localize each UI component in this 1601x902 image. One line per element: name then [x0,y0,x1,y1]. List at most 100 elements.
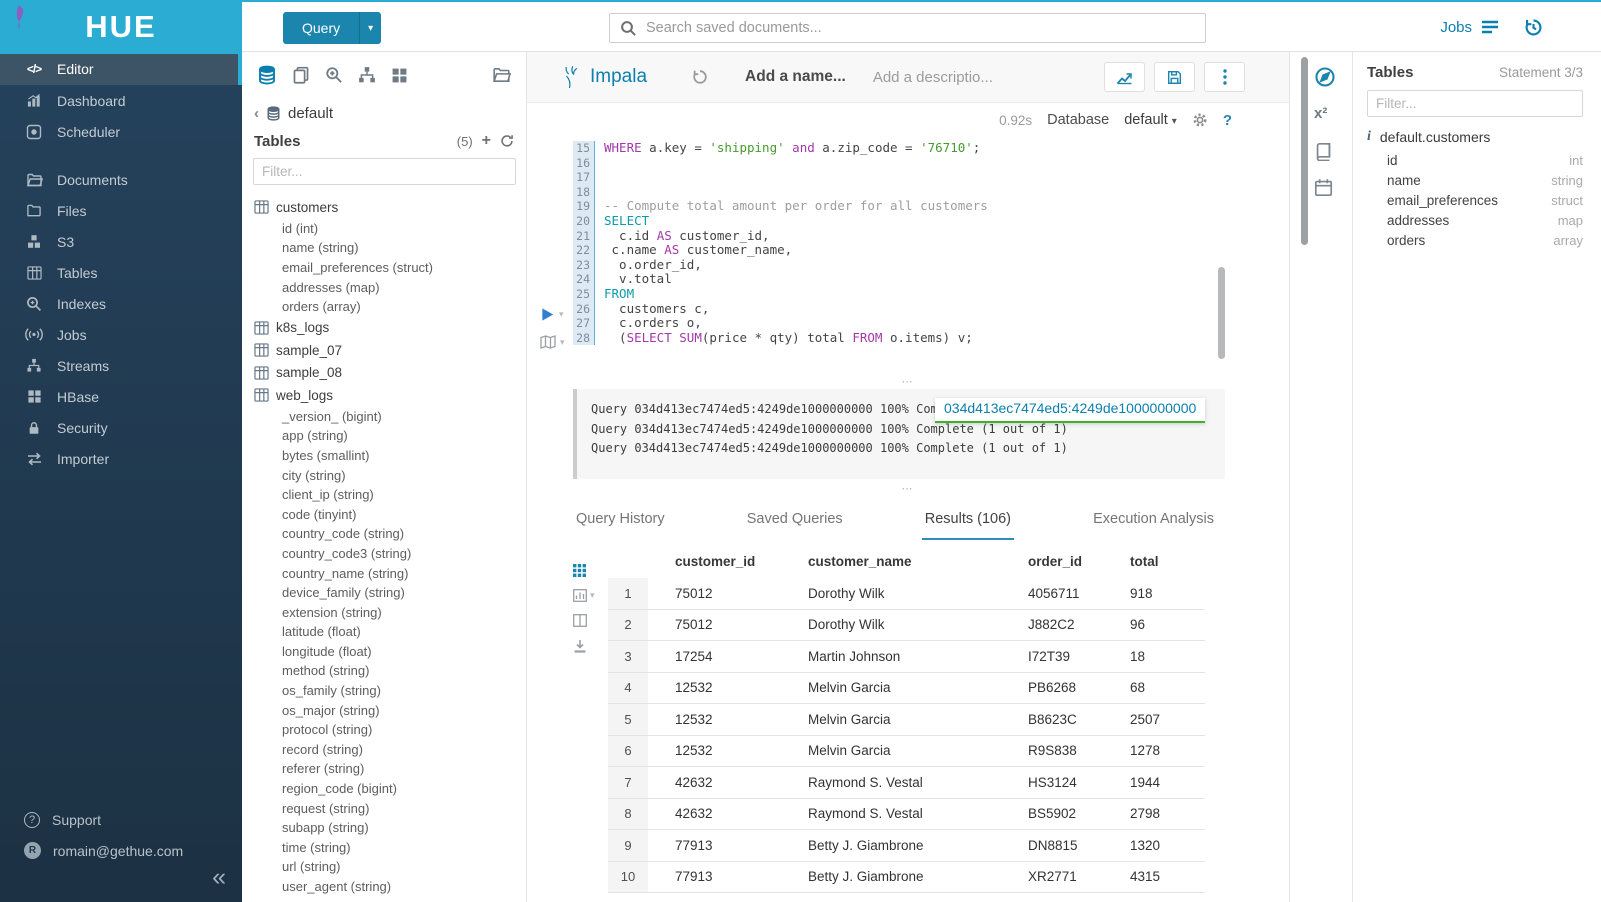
query-name-field[interactable]: Add a name... [745,68,846,86]
assist-column[interactable]: bytes (smallint) [254,446,526,466]
current-database[interactable]: default [288,105,333,122]
main-scrollbar[interactable] [1301,57,1308,245]
sidebar-item-tables[interactable]: Tables [0,257,242,288]
breadcrumb-back-icon[interactable]: ‹ [254,105,259,122]
sidebar-item-streams[interactable]: Streams [0,350,242,381]
column-email-preferences[interactable]: email_preferencesstruct [1367,190,1583,210]
assist-column[interactable]: orders (array) [254,297,526,317]
schedule-icon[interactable] [1314,178,1333,197]
add-table-icon[interactable]: + [482,132,491,150]
active-table[interactable]: i default.customers [1367,129,1583,145]
column-orders[interactable]: ordersarray [1367,231,1583,251]
assist-table-sample-08[interactable]: sample_08 [254,361,526,384]
assist-column[interactable]: latitude (float) [254,622,526,642]
results-row[interactable]: 412532Melvin GarciaPB626868 [608,673,1205,705]
assist-column[interactable]: code (tinyint) [254,504,526,524]
assist-column[interactable]: url (string) [254,857,526,877]
assist-search-icon[interactable] [325,66,343,84]
assist-apps-icon[interactable] [391,67,408,84]
grid-view-icon[interactable] [573,564,595,577]
sidebar-item-importer[interactable]: Importer [0,443,242,474]
results-row[interactable]: 842632Raymond S. VestalBS59022798 [608,799,1205,831]
sidebar-item-jobs[interactable]: Jobs [0,319,242,350]
assist-column[interactable]: device_family (string) [254,583,526,603]
help-button[interactable]: ? [1223,112,1232,129]
query-button[interactable]: Query ▾ [283,12,381,44]
tab-query-history[interactable]: Query History [573,502,668,540]
assist-column[interactable]: id (int) [254,219,526,239]
results-column-header[interactable]: customer_id [648,554,790,569]
columns-view-icon[interactable] [573,614,595,627]
engine-title[interactable]: Impala [590,66,647,88]
results-row[interactable]: 977913Betty J. GiambroneDN88151320 [608,830,1205,862]
tab-execution-analysis[interactable]: Execution Analysis [1090,502,1217,540]
assist-streams-icon[interactable] [358,66,376,84]
assist-table-web-logs[interactable]: web_logs [254,384,526,407]
right-assist-filter-input[interactable] [1367,90,1583,117]
assist-column[interactable]: referer (string) [254,759,526,779]
results-column-header[interactable]: order_id [1010,554,1112,569]
assist-projects-icon[interactable] [492,66,511,84]
sidebar-item-security[interactable]: Security [0,412,242,443]
settings-gear-icon[interactable] [1192,112,1208,128]
assist-column[interactable]: record (string) [254,740,526,760]
save-button[interactable] [1154,62,1195,92]
column-name[interactable]: namestring [1367,170,1583,190]
sql-editor[interactable]: 15WHERE a.key = 'shipping' and a.zip_cod… [527,137,1289,387]
sidebar-item-files[interactable]: Files [0,195,242,226]
chart-button[interactable] [1104,62,1145,92]
resize-handle[interactable]: ⋯ [527,484,1289,494]
assist-column[interactable]: addresses (map) [254,277,526,297]
tab-saved-queries[interactable]: Saved Queries [744,502,846,540]
execute-button[interactable]: ▾ [540,307,565,322]
sidebar-item-scheduler[interactable]: Scheduler [0,116,242,147]
tab-results-106-[interactable]: Results (106) [922,502,1014,540]
query-id-tooltip[interactable]: 034d413ec7474ed5:4249de1000000000 [935,398,1205,423]
assist-documents-icon[interactable] [292,66,310,84]
results-row[interactable]: 742632Raymond S. VestalHS31241944 [608,767,1205,799]
assist-column[interactable]: protocol (string) [254,720,526,740]
assist-column[interactable]: client_ip (string) [254,485,526,505]
assist-column[interactable]: extension (string) [254,602,526,622]
functions-icon[interactable]: x² [1314,105,1327,122]
resize-handle[interactable]: ⋯ [527,377,1289,387]
assist-column[interactable]: subapp (string) [254,818,526,838]
assist-column[interactable]: user_agent (string) [254,877,526,897]
assist-column[interactable]: country_code3 (string) [254,544,526,564]
language-reference-icon[interactable] [1314,142,1333,161]
sidebar-item-dashboard[interactable]: Dashboard [0,85,242,116]
results-row[interactable]: 175012Dorothy Wilk4056711918 [608,578,1205,610]
download-icon[interactable] [573,639,595,653]
assist-table-sample-07[interactable]: sample_07 [254,339,526,362]
chart-view-icon[interactable]: ▾ [573,589,595,602]
more-actions-button[interactable] [1204,62,1245,92]
sidebar-item-hbase[interactable]: HBase [0,381,242,412]
assist-column[interactable]: longitude (float) [254,642,526,662]
assist-column[interactable]: country_name (string) [254,563,526,583]
assist-column[interactable]: region_code (bigint) [254,779,526,799]
sidebar-item-s3[interactable]: S3 [0,226,242,257]
execute-options-caret[interactable]: ▾ [559,309,564,320]
sidebar-collapse-button[interactable]: « [212,865,226,890]
assist-column[interactable]: request (string) [254,798,526,818]
assist-table-k8s-logs[interactable]: k8s_logs [254,316,526,339]
editor-history-icon[interactable] [692,69,708,85]
tables-filter-input[interactable] [253,158,516,185]
sidebar-item-editor[interactable]: </>Editor [0,52,242,85]
query-history-icon[interactable] [1524,18,1543,37]
assistant-compass-icon[interactable] [1314,66,1336,88]
sidebar-item-documents[interactable]: Documents [0,164,242,195]
results-column-header[interactable]: customer_name [790,554,1010,569]
database-selector[interactable]: default ▾ [1124,112,1177,128]
explain-options-caret[interactable]: ▾ [560,337,565,348]
search-input[interactable] [646,20,1195,36]
assist-databases-icon[interactable] [257,65,277,85]
explain-button[interactable]: ▾ [540,335,565,349]
results-column-header[interactable]: total [1112,554,1205,569]
results-row[interactable]: 512532Melvin GarciaB8623C2507 [608,704,1205,736]
assist-table-customers[interactable]: customers [254,196,526,219]
jobs-link[interactable]: Jobs [1440,19,1472,36]
jobs-list-icon[interactable] [1481,19,1499,35]
assist-column[interactable]: method (string) [254,661,526,681]
sidebar-item-user[interactable]: R romain@gethue.com [0,835,242,866]
